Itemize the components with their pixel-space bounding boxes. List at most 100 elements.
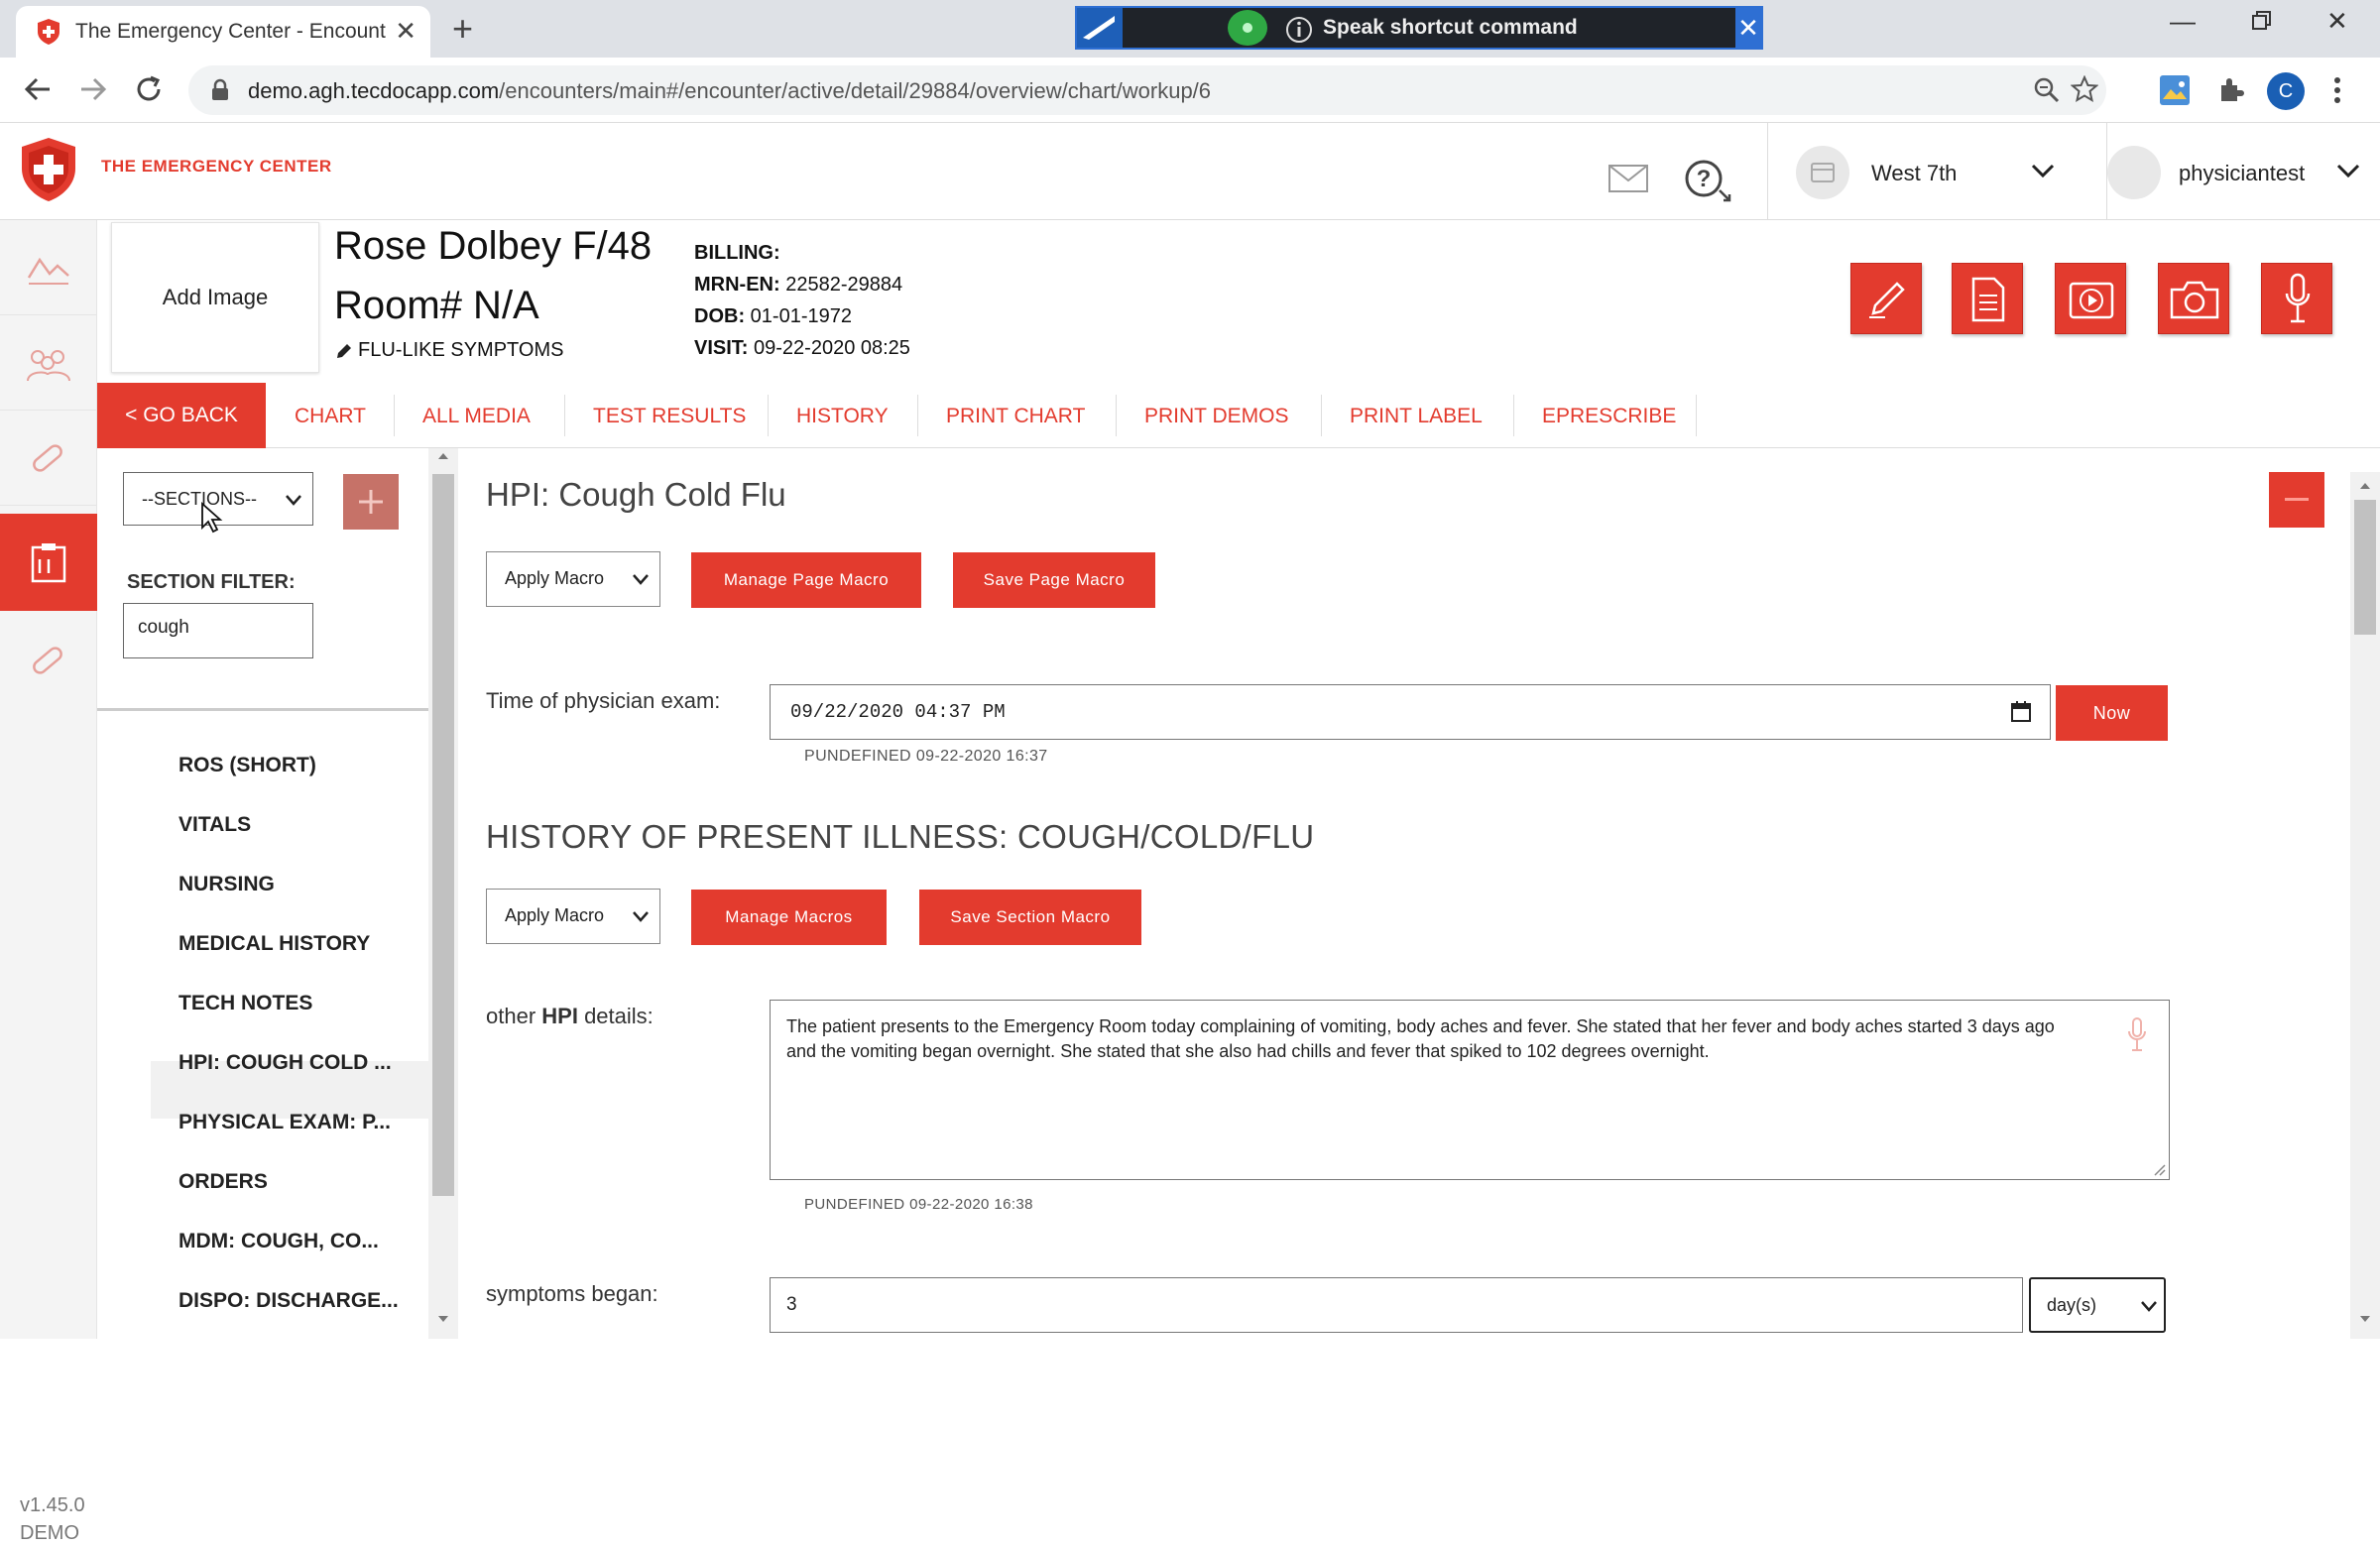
chevron-down-icon[interactable] [2335,161,2361,180]
tab-all-media[interactable]: ALL MEDIA [422,405,531,428]
video-button[interactable] [2055,263,2126,334]
lock-icon[interactable] [210,78,230,102]
rail-item-patients[interactable] [0,315,97,411]
brand-name: THE EMERGENCY CENTER [101,157,332,176]
exam-time-input[interactable]: 09/22/2020 04:37 PM [770,684,2051,740]
camera-button[interactable] [2158,263,2229,334]
chief-complaint[interactable]: FLU-LIKE SYMPTOMS [334,339,563,362]
chevron-down-icon [2140,1299,2158,1313]
new-tab-button[interactable]: + [452,8,473,50]
go-back-button[interactable]: < GO BACK [97,383,266,448]
calendar-icon[interactable] [2010,699,2032,723]
section-item[interactable]: PHYSICAL EXAM: P... [178,1111,391,1134]
close-tab-icon[interactable]: ✕ [395,16,416,47]
tab-divider [1513,395,1514,436]
emergency-center-logo[interactable] [20,137,77,202]
tab-chart[interactable]: CHART [295,405,366,428]
symptoms-unit-select[interactable]: day(s) [2029,1277,2166,1333]
section-item[interactable]: MEDICAL HISTORY [178,932,370,956]
symptoms-began-input[interactable]: 3 [770,1277,2023,1333]
url-text: demo.agh.tecdocapp.com/encounters/main#/… [248,78,1211,104]
browser-tab[interactable]: The Emergency Center - Encount ✕ [16,6,430,58]
user-menu[interactable]: physiciantest [2106,123,2380,220]
help-icon[interactable]: ? [1684,159,1735,202]
tab-print-chart[interactable]: PRINT CHART [946,405,1085,428]
scroll-up-arrow-icon[interactable] [437,452,449,460]
section-item[interactable]: TECH NOTES [178,992,312,1015]
url-bar[interactable]: demo.agh.tecdocapp.com/encounters/main#/… [188,65,2106,115]
tab-test-results[interactable]: TEST RESULTS [593,405,746,428]
tab-divider [564,395,565,436]
scroll-down-arrow-icon[interactable] [437,1315,449,1323]
manage-macros-button[interactable]: Manage Macros [691,890,887,945]
forward-arrow-icon[interactable] [77,73,109,105]
user-avatar [2107,146,2161,199]
extension-photo-icon[interactable] [2160,75,2190,105]
rail-item-medications[interactable] [0,411,97,506]
main-scrollbar-thumb[interactable] [2354,500,2376,635]
sections-scrollbar-thumb[interactable] [432,474,454,1196]
tab-divider [768,395,769,436]
back-arrow-icon[interactable] [22,73,54,105]
scroll-up-arrow-icon[interactable] [2359,482,2371,490]
tab-print-demos[interactable]: PRINT DEMOS [1144,405,1288,428]
profile-avatar[interactable]: C [2267,72,2305,110]
minimize-icon[interactable]: — [2170,6,2196,37]
resize-handle-icon[interactable] [2153,1163,2167,1177]
favicon-shield-icon [36,18,61,46]
activity-chart-icon [26,248,71,288]
tab-divider [394,395,395,436]
dictation-microphone-icon[interactable] [2127,1016,2147,1054]
page-title: HPI: Cough Cold Flu [486,476,786,513]
section-item[interactable]: ROS (SHORT) [178,754,316,777]
window-close-icon[interactable]: ✕ [2326,6,2348,37]
section-item[interactable]: MDM: COUGH, CO... [178,1230,379,1253]
apply-macro-select[interactable]: Apply Macro [486,889,660,944]
section-item-active[interactable]: HPI: COUGH COLD ... [178,1051,392,1075]
tab-history[interactable]: HISTORY [796,405,889,428]
zoom-icon[interactable] [2033,76,2061,104]
rail-item-dashboard[interactable] [0,220,97,315]
now-button[interactable]: Now [2056,685,2168,741]
document-button[interactable] [1952,263,2023,334]
chevron-down-icon [632,572,650,586]
section-item[interactable]: NURSING [178,873,275,896]
sign-button[interactable] [1850,263,1922,334]
sections-panel: --SECTIONS-- SECTION FILTER: cough ROS (… [97,448,428,1339]
dob-value: 01-01-1972 [750,305,852,327]
browser-menu-icon[interactable] [2332,75,2342,105]
scroll-down-arrow-icon[interactable] [2359,1315,2371,1323]
apply-macro-select[interactable]: Apply Macro [486,551,660,607]
collapse-button[interactable] [2269,472,2324,528]
exam-time-label: Time of physician exam: [486,688,721,713]
hpi-label-bold: HPI [541,1004,578,1028]
tab-divider [917,395,918,436]
save-section-macro-button[interactable]: Save Section Macro [919,890,1141,945]
add-section-button[interactable] [343,474,399,530]
restore-icon[interactable] [2251,10,2273,32]
save-page-macro-button[interactable]: Save Page Macro [953,552,1155,608]
extensions-puzzle-icon[interactable] [2215,75,2245,105]
minus-icon [2285,498,2309,501]
reload-icon[interactable] [133,73,165,105]
mail-icon[interactable] [1608,165,1648,192]
hpi-details-textarea[interactable]: The patient presents to the Emergency Ro… [770,1000,2170,1180]
tab-eprescribe[interactable]: EPRESCRIBE [1542,405,1676,428]
bookmark-star-icon[interactable] [2071,75,2098,103]
chevron-down-icon[interactable] [2030,161,2056,180]
rail-item-chart[interactable] [0,514,97,611]
microphone-button[interactable] [2261,263,2332,334]
location-selector[interactable]: West 7th [1767,123,2106,220]
tab-print-label[interactable]: PRINT LABEL [1350,405,1483,428]
hpi-label-pre: other [486,1004,542,1028]
billing-label: BILLING: [694,242,780,265]
add-image-button[interactable]: Add Image [111,222,319,373]
section-item[interactable]: ORDERS [178,1170,268,1194]
close-speak-bar-icon[interactable]: ✕ [1735,8,1761,48]
section-item[interactable]: DISPO: DISCHARGE... [178,1289,399,1313]
section-item[interactable]: VITALS [178,813,251,837]
rail-item-procedures[interactable] [0,611,97,706]
dob-info: DOB: 01-01-1972 [694,305,852,328]
manage-page-macro-button[interactable]: Manage Page Macro [691,552,921,608]
section-filter-input[interactable]: cough [123,603,313,658]
